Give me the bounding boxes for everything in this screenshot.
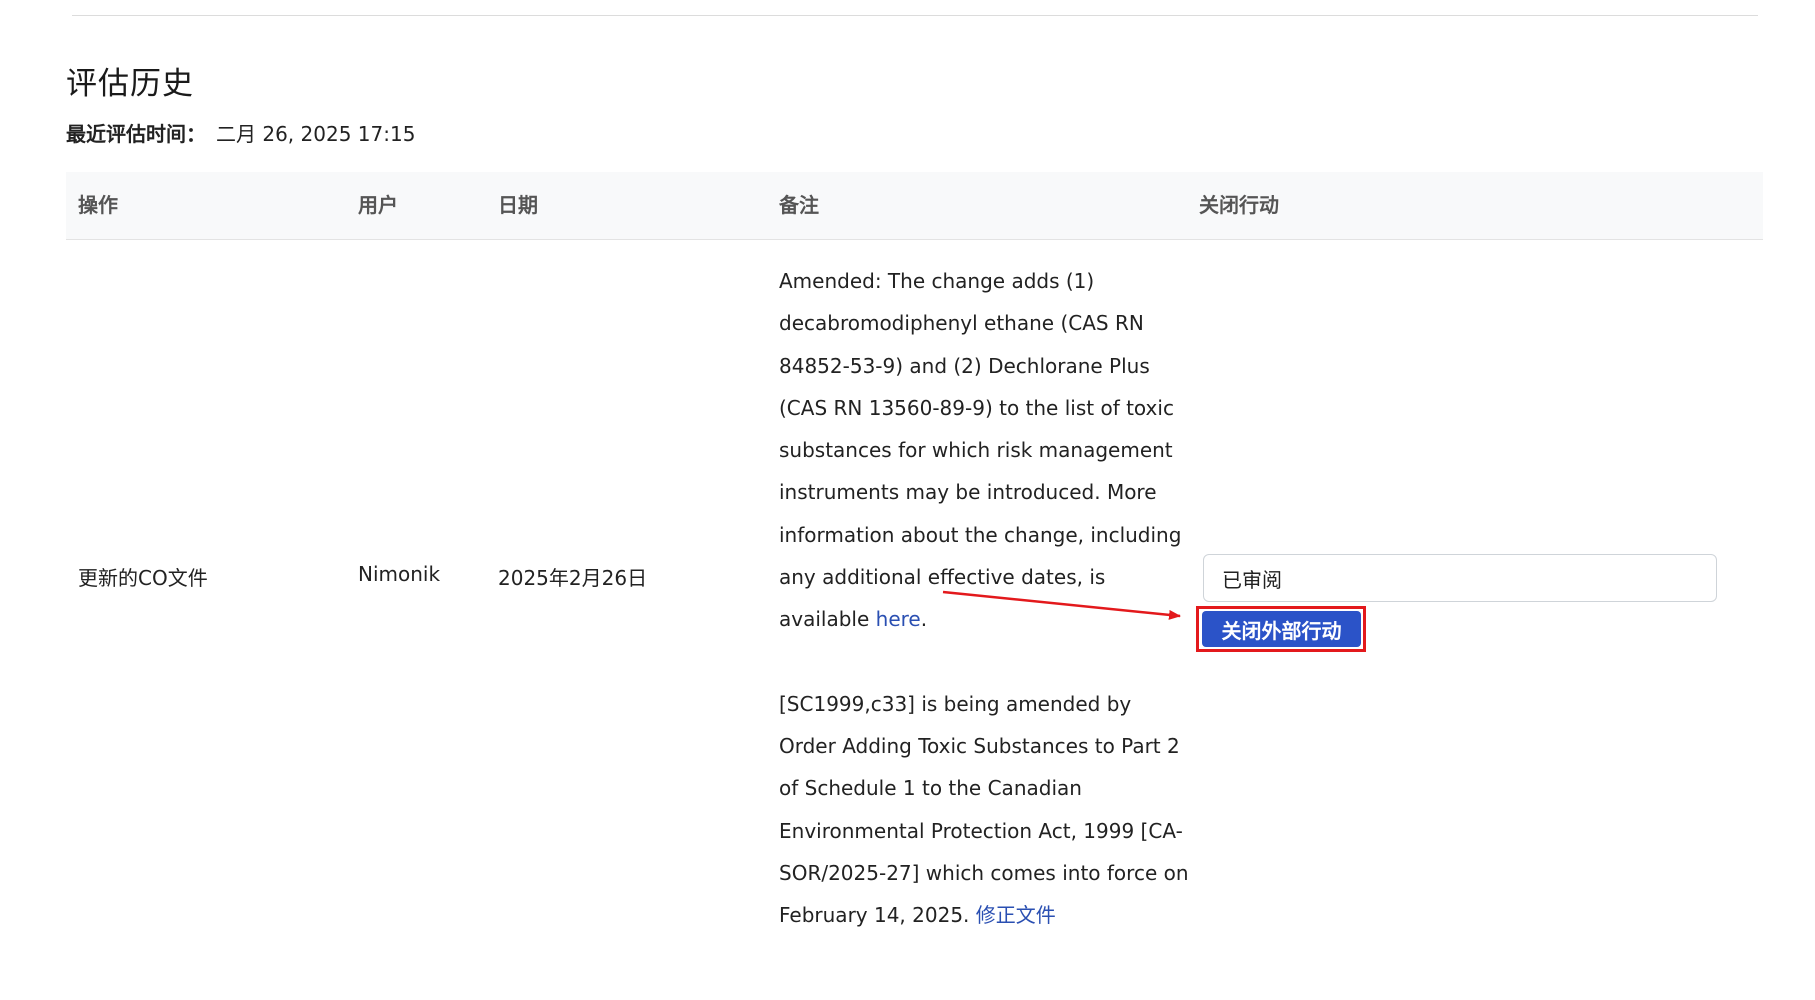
amendment-document-link[interactable]: 修正文件 xyxy=(976,903,1056,927)
note-order-paragraph: [SC1999,c33] is being amended by Order A… xyxy=(779,683,1189,937)
last-assessed-value: 二月 26, 2025 17:15 xyxy=(216,122,416,146)
row-action-cell: 更新的CO文件 xyxy=(78,566,208,590)
page-title: 评估历史 xyxy=(66,66,194,102)
table-row: 更新的CO文件 Nimonik 2025年2月26日 Amended: The … xyxy=(66,240,1763,1000)
last-assessed-line: 最近评估时间： 二月 26, 2025 17:15 xyxy=(66,118,415,147)
close-external-action-button[interactable]: 关闭外部行动 xyxy=(1202,611,1361,647)
here-link[interactable]: here xyxy=(876,607,921,631)
row-date-cell: 2025年2月26日 xyxy=(498,566,648,590)
column-header-date: 日期 xyxy=(498,193,538,217)
column-header-notes: 备注 xyxy=(779,193,819,217)
row-notes-cell: Amended: The change adds (1) decabromodi… xyxy=(779,260,1189,936)
table-header: 操作 用户 日期 备注 关闭行动 xyxy=(66,172,1763,240)
column-header-action: 操作 xyxy=(78,193,118,217)
last-assessed-label: 最近评估时间： xyxy=(66,122,206,146)
note-amendment-text: Amended: The change adds (1) decabromodi… xyxy=(779,269,1182,632)
review-status-input[interactable] xyxy=(1203,554,1717,602)
top-divider xyxy=(72,15,1758,16)
note-amendment-period: . xyxy=(920,607,928,632)
note-order-text: [SC1999,c33] is being amended by Order A… xyxy=(779,691,1189,928)
column-header-user: 用户 xyxy=(358,193,398,217)
assessment-history-table: 操作 用户 日期 备注 关闭行动 更新的CO文件 Nimonik 2025年2月… xyxy=(66,172,1763,1000)
column-header-close-action: 关闭行动 xyxy=(1199,193,1279,217)
note-amendment-paragraph: Amended: The change adds (1) decabromodi… xyxy=(779,260,1189,641)
row-user-cell: Nimonik xyxy=(358,562,441,586)
